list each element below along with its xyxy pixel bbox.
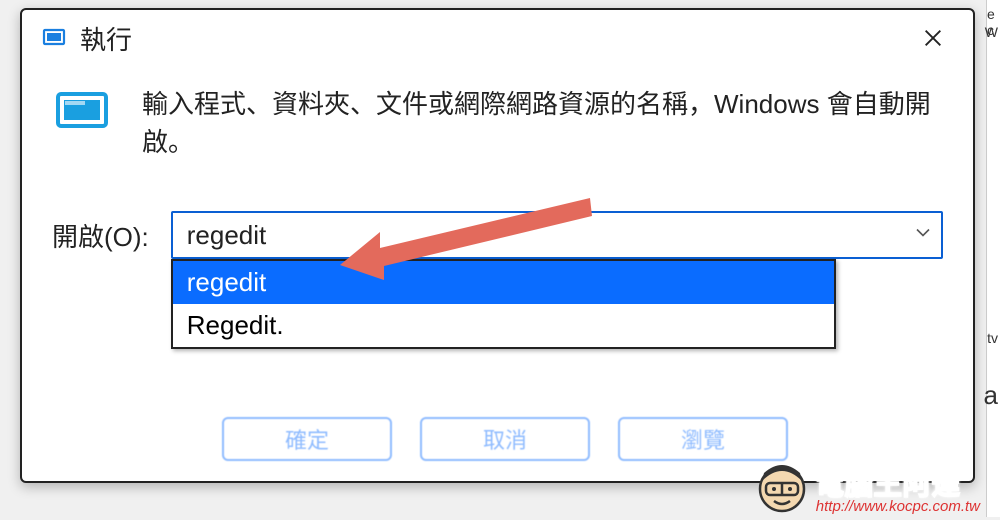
description-row: 輸入程式、資料夾、文件或網際網路資源的名稱，Windows 會自動開啟。 [52,86,943,161]
dropdown-item[interactable]: regedit [173,261,834,304]
open-combobox[interactable]: regedit Regedit. [171,211,943,259]
dropdown-item[interactable]: Regedit. [173,304,834,347]
description-text: 輸入程式、資料夾、文件或網際網路資源的名稱，Windows 會自動開啟。 [142,86,943,161]
ok-button[interactable]: 確定 [222,417,392,461]
run-title-icon [42,26,66,50]
browse-button[interactable]: 瀏覽 [618,417,788,461]
watermark-text: 電腦王阿達 http://www.kocpc.com.tw [816,470,980,515]
close-icon [922,27,944,49]
open-row: 開啟(O): regedit Regedit. [52,211,943,259]
background-window-edge: e c W tv a [986,0,1000,517]
open-input[interactable] [171,211,943,259]
watermark-avatar-icon [754,459,810,515]
open-label: 開啟(O): [52,217,149,254]
dialog-content: 輸入程式、資料夾、文件或網際網路資源的名稱，Windows 會自動開啟。 開啟(… [22,66,973,259]
titlebar: 執行 [22,10,973,66]
watermark-url: http://www.kocpc.com.tw [816,499,980,515]
close-button[interactable] [913,18,953,58]
run-icon [52,86,112,134]
watermark: 電腦王阿達 http://www.kocpc.com.tw [754,459,980,515]
title-left: 執行 [42,20,132,57]
dialog-buttons: 確定 取消 瀏覽 [222,417,788,461]
run-dialog: 執行 輸入程式、資料夾、文件或網際網路資源的名稱，Windows 會自動開啟。 … [20,8,975,483]
dialog-title: 執行 [80,20,132,57]
watermark-title: 電腦王阿達 [816,470,980,499]
open-dropdown: regedit Regedit. [171,259,836,349]
cancel-button[interactable]: 取消 [420,417,590,461]
